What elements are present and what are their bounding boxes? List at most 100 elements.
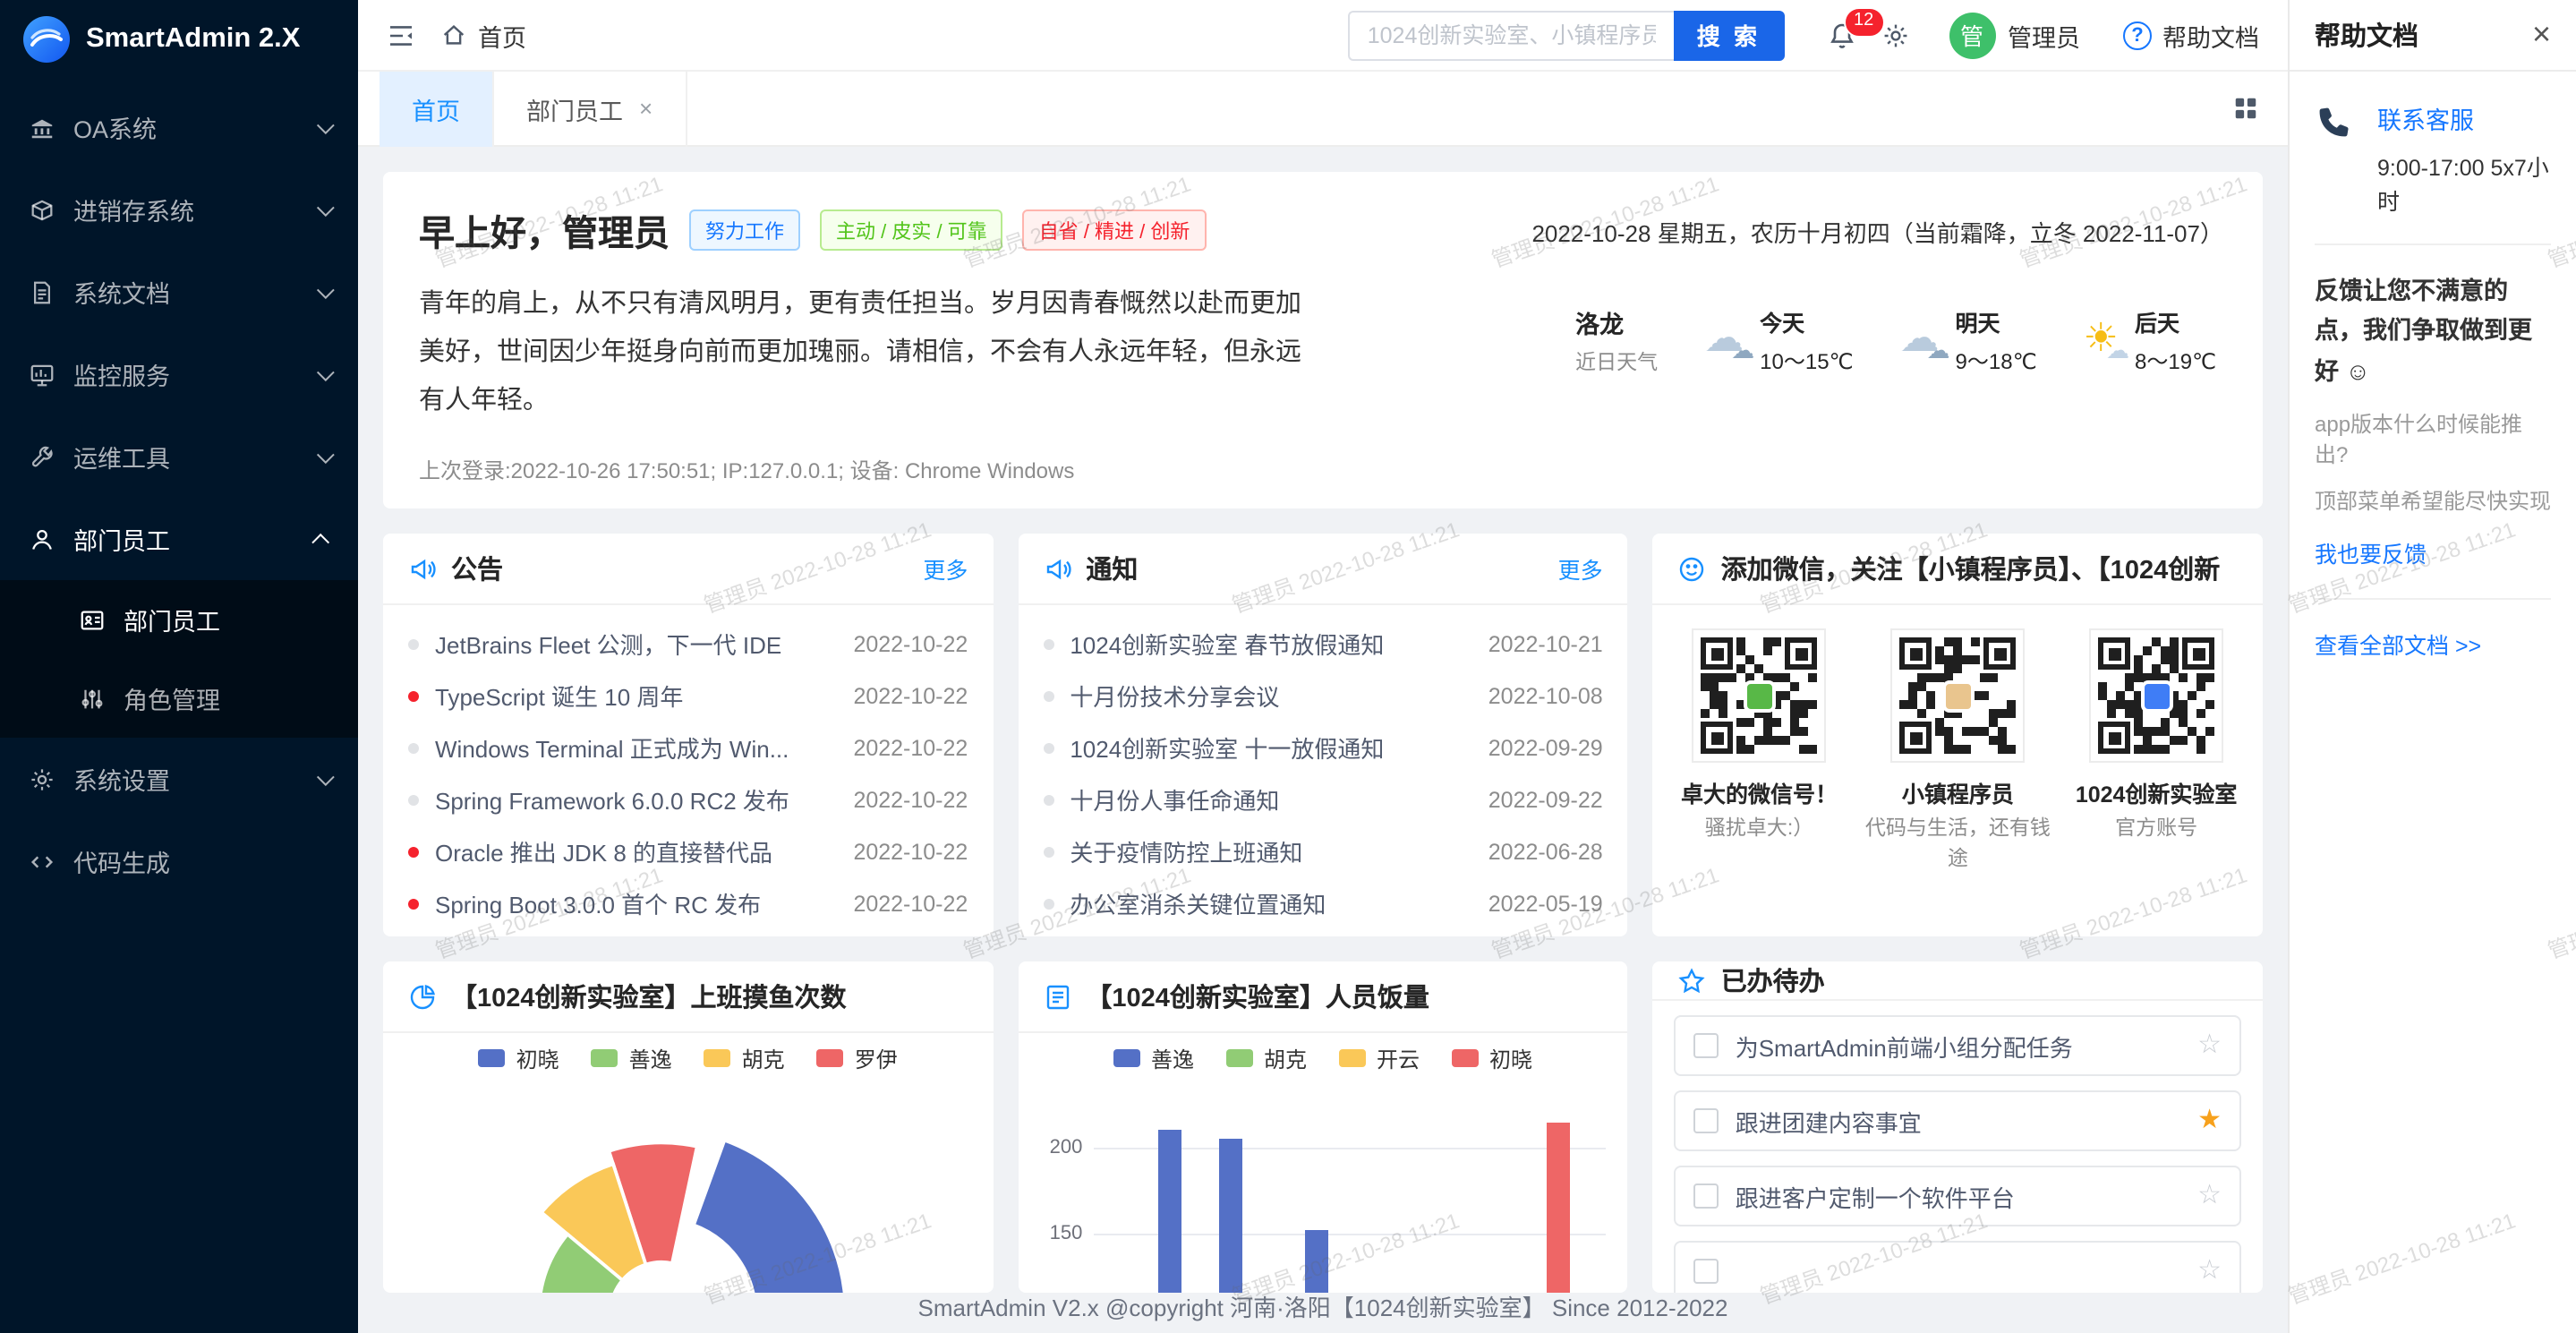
- legend-item[interactable]: 罗伊: [817, 1043, 898, 1073]
- tab-close-icon[interactable]: [639, 95, 653, 122]
- slacking-chart-card: 【1024创新实验室】上班摸鱼次数 初晓 善逸 胡克 罗伊: [383, 961, 993, 1293]
- todo-item[interactable]: 跟进客户定制一个软件平台: [1675, 1166, 2241, 1226]
- legend-item[interactable]: 初晓: [479, 1043, 559, 1073]
- announcement-item[interactable]: JetBrains Fleet 公测，下一代 IDE2022-10-22: [408, 618, 968, 670]
- feedback-link[interactable]: 我也要反馈: [2315, 535, 2427, 569]
- notice-item[interactable]: 十月份人事任命通知2022-09-22: [1043, 773, 1602, 825]
- legend-item[interactable]: 开云: [1339, 1043, 1420, 1073]
- help-panel-header: 帮助文档: [2290, 0, 2576, 72]
- item-title: Windows Terminal 正式成为 Win...: [435, 731, 837, 765]
- notice-item[interactable]: 十月份技术分享会议2022-10-08: [1043, 670, 1602, 722]
- contact-support-link[interactable]: 联系客服: [2377, 100, 2551, 136]
- item-title: 1024创新实验室 十一放假通知: [1070, 731, 1471, 765]
- weather-widget: 洛龙 近日天气 ☁☁ 今天 10～15℃ ☁☁ 明天 9～18℃ ☀☁: [1575, 304, 2216, 376]
- announcement-item[interactable]: Windows Terminal 正式成为 Win...2022-10-22: [408, 722, 968, 773]
- tab-dept-employees[interactable]: 部门员工: [494, 71, 687, 146]
- todo-item[interactable]: 跟进团建内容事宜: [1675, 1090, 2241, 1151]
- checkbox[interactable]: [1694, 1108, 1719, 1133]
- star-toggle-icon[interactable]: [2197, 1107, 2222, 1135]
- todo-item[interactable]: [1675, 1241, 2241, 1293]
- item-date: 2022-09-22: [1488, 787, 1603, 812]
- star-toggle-icon[interactable]: [2197, 1257, 2222, 1286]
- user-menu[interactable]: 管 管理员: [1949, 12, 2080, 58]
- contact-support: 联系客服 9:00-17:00 5x7小时: [2315, 100, 2551, 217]
- star-toggle-icon[interactable]: [2197, 1182, 2222, 1210]
- card-title: 通知: [1086, 550, 1543, 587]
- announcement-more-link[interactable]: 更多: [923, 551, 968, 585]
- settings-icon: [29, 765, 55, 792]
- close-icon[interactable]: [2532, 18, 2551, 52]
- announcement-item[interactable]: Oracle 推出 JDK 8 的直接替代品 2022-10-22: [408, 825, 968, 877]
- pie-chart-icon: [408, 982, 437, 1011]
- cards-row-2: 【1024创新实验室】上班摸鱼次数 初晓 善逸 胡克 罗伊: [383, 961, 2263, 1293]
- item-title: Oracle 推出 JDK 8 的直接替代品: [435, 834, 837, 868]
- item-date: 2022-06-28: [1488, 839, 1603, 864]
- checkbox[interactable]: [1694, 1183, 1719, 1209]
- forecast-temp: 9～18℃: [1956, 346, 2037, 376]
- legend-item[interactable]: 善逸: [592, 1043, 672, 1073]
- sidebar-menu: OA系统 进销存系统 系统文档 监控服务 运维工具: [0, 86, 358, 902]
- bullet-dot: [1043, 690, 1053, 701]
- bar: [1304, 1230, 1327, 1293]
- item-date: 2022-10-22: [853, 891, 968, 916]
- sidebar-item-oa[interactable]: OA系统: [0, 86, 358, 168]
- bar: [1546, 1122, 1569, 1293]
- view-all-docs-link[interactable]: 查看全部文档 >>: [2315, 634, 2481, 659]
- announcement-item[interactable]: Spring Boot 3.0.0 首个 RC 发布2022-10-22: [408, 877, 968, 929]
- notice-card: 通知 更多 1024创新实验室 春节放假通知2022-10-21 十月份技术分享…: [1018, 534, 1627, 936]
- legend-swatch: [704, 1049, 731, 1067]
- breadcrumb[interactable]: 首页: [440, 17, 526, 53]
- item-date: 2022-10-22: [853, 839, 968, 864]
- megaphone-icon: [408, 554, 437, 583]
- legend-label: 胡克: [742, 1043, 785, 1073]
- star-toggle-icon[interactable]: [2197, 1031, 2222, 1060]
- chevron-down-icon: [317, 767, 335, 785]
- sidebar-subitem-role-management[interactable]: 角色管理: [0, 659, 358, 738]
- layout-grid-button[interactable]: [2232, 95, 2259, 122]
- qr-column-programmer: 小镇程序员 代码与生活，还有钱途: [1863, 628, 2052, 876]
- bullet-dot: [1043, 898, 1053, 909]
- help-doc-button[interactable]: 帮助文档: [2123, 17, 2259, 53]
- checkbox[interactable]: [1694, 1033, 1719, 1058]
- sidebar-subitem-dept-employees[interactable]: 部门员工: [0, 580, 358, 659]
- sidebar-item-codegen[interactable]: 代码生成: [0, 820, 358, 902]
- legend-item[interactable]: 善逸: [1113, 1043, 1194, 1073]
- chevron-up-icon: [311, 533, 329, 551]
- meal-bar-chart: 200150: [1018, 1080, 1627, 1293]
- legend-item[interactable]: 胡克: [704, 1043, 785, 1073]
- qr-desc: 代码与生活，还有钱途: [1863, 815, 2052, 876]
- settings-gear-button[interactable]: [1881, 21, 1909, 49]
- legend-item[interactable]: 胡克: [1226, 1043, 1307, 1073]
- notification-bell[interactable]: 12: [1827, 21, 1855, 49]
- announcement-item[interactable]: Spring Framework 6.0.0 RC2 发布2022-10-22: [408, 773, 968, 825]
- date-line: 2022-10-28 星期五，农历十月初四（当前霜降，立冬 2022-11-07…: [1531, 215, 2223, 249]
- app-logo: SmartAdmin 2.X: [0, 0, 358, 79]
- notice-item[interactable]: 办公室消杀关键位置通知2022-05-19: [1043, 877, 1602, 929]
- search-button[interactable]: 搜 索: [1674, 10, 1784, 60]
- todo-item[interactable]: 为SmartAdmin前端小组分配任务: [1675, 1015, 2241, 1076]
- main-column: 首页 搜 索 12 管 管理员 帮助文档: [358, 0, 2288, 1333]
- sidebar-item-dept[interactable]: 部门员工: [0, 498, 358, 580]
- tab-label: 首页: [412, 90, 460, 126]
- checkbox[interactable]: [1694, 1259, 1719, 1284]
- notice-more-link[interactable]: 更多: [1558, 551, 1603, 585]
- notice-item[interactable]: 关于疫情防控上班通知2022-06-28: [1043, 825, 1602, 877]
- sidebar-item-settings[interactable]: 系统设置: [0, 738, 358, 820]
- search-input[interactable]: [1348, 10, 1674, 60]
- notice-item[interactable]: 1024创新实验室 十一放假通知2022-09-29: [1043, 722, 1602, 773]
- legend-item[interactable]: 初晓: [1452, 1043, 1532, 1073]
- sidebar-item-docs[interactable]: 系统文档: [0, 251, 358, 333]
- tab-home[interactable]: 首页: [380, 71, 494, 146]
- y-tick-label: 200: [1028, 1137, 1082, 1158]
- support-hours: 9:00-17:00 5x7小时: [2377, 149, 2551, 217]
- notice-item[interactable]: 1024创新实验室 春节放假通知2022-10-21: [1043, 618, 1602, 670]
- sidebar-item-ops[interactable]: 运维工具: [0, 415, 358, 498]
- item-date: 2022-10-21: [1488, 631, 1603, 656]
- todo-list: 为SmartAdmin前端小组分配任务 跟进团建内容事宜 跟进客户定制一个软件平…: [1653, 1001, 2263, 1293]
- sidebar-item-inventory[interactable]: 进销存系统: [0, 168, 358, 251]
- announcement-item[interactable]: TypeScript 诞生 10 周年2022-10-22: [408, 670, 968, 722]
- sidebar-item-monitor[interactable]: 监控服务: [0, 333, 358, 415]
- chevron-down-icon: [317, 115, 335, 133]
- menu-collapse-icon[interactable]: [387, 21, 415, 49]
- qr-code: [2089, 628, 2223, 763]
